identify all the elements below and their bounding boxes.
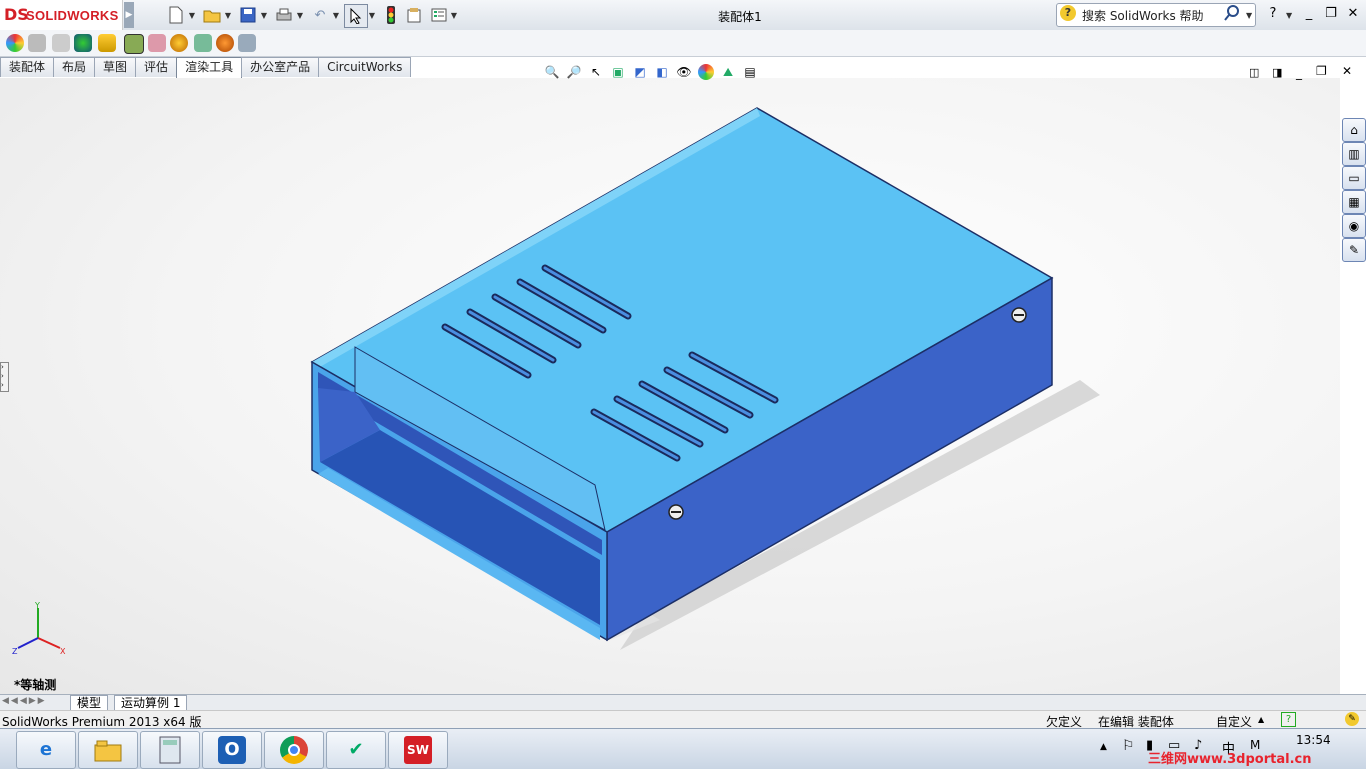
view-orientation-icon[interactable]: ◩: [632, 64, 648, 80]
status-bar: SolidWorks Premium 2013 x64 版 欠定义 在编辑 装配…: [0, 710, 1366, 729]
ie-icon[interactable]: e: [16, 731, 76, 769]
solidworks-icon[interactable]: SW: [388, 731, 448, 769]
outlook-icon[interactable]: O: [202, 731, 262, 769]
undo-dropdown-icon[interactable]: ▼: [332, 4, 340, 26]
render-region-icon[interactable]: [194, 34, 212, 52]
solidworks-resources-icon[interactable]: ⌂: [1342, 118, 1366, 142]
heads-up-view-toolbar: 🔍 🔎 ↖ ▣ ◩ ◧ 👁 ⛰ ▤: [544, 63, 758, 81]
doc-minimize-icon[interactable]: _: [1296, 66, 1302, 80]
apply-scene-icon[interactable]: ⛰: [720, 64, 736, 80]
help-search-dropdown-icon[interactable]: ▼: [1246, 11, 1252, 20]
edit-appearance-icon[interactable]: [698, 64, 714, 80]
hide-show-items-icon[interactable]: 👁: [676, 64, 692, 80]
camera-icon[interactable]: [98, 34, 116, 52]
action-center-flag-icon[interactable]: ⚐: [1122, 738, 1135, 754]
solidworks-logo[interactable]: DS SOLIDWORKS: [0, 0, 123, 30]
final-render-icon[interactable]: [170, 34, 188, 52]
triad-z-label: Z: [12, 647, 18, 656]
options-dropdown-icon[interactable]: ▼: [450, 4, 458, 26]
search-icon[interactable]: [1224, 5, 1240, 25]
doc-restore-icon[interactable]: ❐: [1316, 64, 1327, 78]
lite-icon[interactable]: ✔: [326, 731, 386, 769]
tab-scroll-arrows-icon[interactable]: ◀◀◀▶▶: [2, 696, 47, 706]
explorer-icon[interactable]: [78, 731, 138, 769]
tab-evaluate[interactable]: 评估: [135, 57, 178, 77]
rebuild-traffic-light-icon[interactable]: [382, 4, 400, 26]
model-motion-tabs: ◀◀◀▶▶ 模型 运动算例 1: [0, 694, 1366, 712]
unit-dropdown-icon[interactable]: ▲: [1258, 715, 1264, 724]
split-view-icon[interactable]: ◫: [1249, 66, 1259, 79]
lights-icon[interactable]: [74, 34, 92, 52]
view-palette-icon[interactable]: ▦: [1342, 190, 1366, 214]
logo-text: SOLIDWORKS: [26, 8, 119, 23]
open-folder-icon[interactable]: [200, 4, 224, 26]
feature-manager-toggle-icon[interactable]: › › ›: [0, 362, 9, 392]
tab-office-products[interactable]: 办公室产品: [241, 57, 320, 77]
calculator-icon[interactable]: [140, 731, 200, 769]
file-properties-icon[interactable]: [402, 4, 426, 26]
minimize-window-icon[interactable]: _: [1300, 5, 1318, 23]
integrated-preview-icon[interactable]: [148, 34, 166, 52]
site-watermark: 三维网www.3dportal.cn: [1148, 752, 1312, 767]
help-search-input[interactable]: 搜索 SolidWorks 帮助: [1082, 7, 1204, 24]
design-library-icon[interactable]: ▥: [1342, 142, 1366, 166]
select-cursor-icon[interactable]: [344, 4, 368, 28]
display-style-icon[interactable]: ◧: [654, 64, 670, 80]
document-title: 装配体1: [718, 10, 762, 24]
appearances-scenes-icon[interactable]: ◉: [1342, 214, 1366, 238]
zoom-to-area-icon[interactable]: 🔎: [566, 64, 582, 80]
print-icon[interactable]: [272, 4, 296, 26]
previous-view-icon[interactable]: ↖: [588, 64, 604, 80]
chrome-icon[interactable]: [264, 731, 324, 769]
graphics-viewport[interactable]: [0, 78, 1340, 694]
help-menu-icon[interactable]: ?: [1264, 5, 1282, 23]
print-dropdown-icon[interactable]: ▼: [296, 4, 304, 26]
restore-window-icon[interactable]: ❐: [1322, 5, 1340, 23]
open-dropdown-icon[interactable]: ▼: [224, 4, 232, 26]
save-dropdown-icon[interactable]: ▼: [260, 4, 268, 26]
custom-properties-icon[interactable]: ✎: [1342, 238, 1366, 262]
task-pane: ⌂ ▥ ▭ ▦ ◉ ✎: [1341, 118, 1366, 268]
tab-assembly[interactable]: 装配体: [0, 57, 55, 77]
appearance-icon[interactable]: [6, 34, 24, 52]
tab-sketch[interactable]: 草图: [94, 57, 137, 77]
status-help-icon[interactable]: ?: [1281, 712, 1296, 727]
view-name-label: *等轴测: [14, 678, 57, 692]
section-view-icon[interactable]: ▣: [610, 64, 626, 80]
save-icon[interactable]: [236, 4, 260, 26]
undo-icon[interactable]: ↶: [308, 4, 332, 26]
file-explorer-icon[interactable]: ▭: [1342, 166, 1366, 190]
recall-render-icon[interactable]: [238, 34, 256, 52]
tab-render-tools[interactable]: 渲染工具: [176, 57, 243, 79]
close-window-icon[interactable]: ✕: [1344, 5, 1362, 23]
view-settings-icon[interactable]: ▤: [742, 64, 758, 80]
new-document-icon[interactable]: [164, 4, 188, 26]
enclosure-model[interactable]: [0, 78, 1340, 694]
triad-x-label: X: [60, 647, 66, 656]
scene-icon[interactable]: [28, 34, 46, 52]
tray-expand-icon[interactable]: ▲: [1100, 742, 1107, 752]
tile-view-icon[interactable]: ◨: [1272, 66, 1282, 79]
tab-layout[interactable]: 布局: [53, 57, 96, 77]
select-dropdown-icon[interactable]: ▼: [368, 4, 376, 26]
coordinate-triad: Y X Z: [12, 601, 66, 656]
zoom-to-fit-icon[interactable]: 🔍: [544, 64, 560, 80]
help-menu-dropdown-icon[interactable]: ▼: [1286, 11, 1292, 20]
options-icon[interactable]: [428, 4, 450, 26]
command-manager-tabs: 装配体 布局 草图 评估 渲染工具 办公室产品 CircuitWorks: [0, 57, 412, 79]
rebuild-tag-icon[interactable]: ✎: [1345, 712, 1359, 726]
tab-circuitworks[interactable]: CircuitWorks: [318, 57, 412, 77]
doc-close-icon[interactable]: ✕: [1342, 64, 1352, 78]
new-dropdown-icon[interactable]: ▼: [188, 4, 196, 26]
menu-expand-arrow-icon[interactable]: ▶: [124, 2, 134, 28]
help-question-icon: ?: [1060, 5, 1076, 21]
preview-window-icon[interactable]: [124, 34, 144, 54]
schedule-render-icon[interactable]: [216, 34, 234, 52]
decal-icon[interactable]: [52, 34, 70, 52]
triad-y-label: Y: [34, 601, 40, 610]
taskbar-clock[interactable]: 13:54: [1296, 733, 1331, 747]
